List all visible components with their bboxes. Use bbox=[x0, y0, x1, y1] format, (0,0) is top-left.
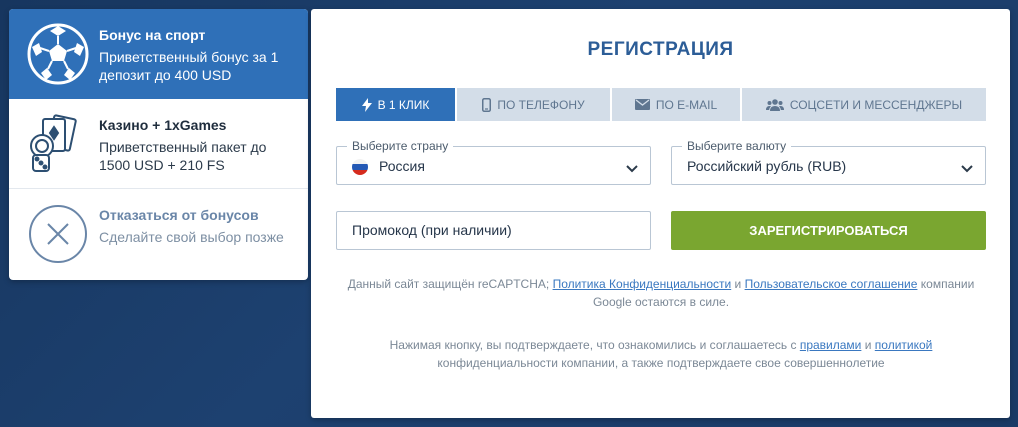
recaptcha-note: Данный сайт защищён reCAPTCHA; Политика … bbox=[336, 275, 986, 311]
chevron-down-icon bbox=[626, 160, 638, 178]
casino-cards-icon bbox=[27, 113, 89, 175]
soccer-ball-icon bbox=[27, 23, 89, 85]
conjunction-text: и bbox=[864, 338, 872, 352]
policy-link[interactable]: политикой bbox=[875, 338, 933, 352]
tab-social[interactable]: СОЦСЕТИ И МЕССЕНДЖЕРЫ bbox=[742, 88, 986, 121]
user-agreement-link[interactable]: Пользовательское соглашение bbox=[745, 277, 918, 291]
rules-link[interactable]: правилами bbox=[800, 338, 862, 352]
country-select-value: Россия bbox=[379, 158, 425, 174]
currency-select[interactable]: Выберите валюту Российский рубль (RUB) bbox=[671, 138, 986, 185]
chevron-down-icon bbox=[961, 160, 973, 178]
register-button[interactable]: ЗАРЕГИСТРИРОВАТЬСЯ bbox=[671, 211, 986, 250]
page-title: РЕГИСТРАЦИЯ bbox=[587, 39, 734, 60]
tab-label: ПО E-MAIL bbox=[655, 97, 718, 112]
bonus-option-casino[interactable]: Казино + 1xGames Приветственный пакет до… bbox=[9, 99, 308, 189]
recaptcha-note-text: Данный сайт защищён reCAPTCHA; bbox=[347, 277, 550, 291]
tab-email[interactable]: ПО E-MAIL bbox=[612, 88, 740, 121]
users-icon bbox=[765, 98, 784, 111]
country-select-label: Выберите страну bbox=[347, 138, 454, 154]
tab-one-click[interactable]: В 1 КЛИК bbox=[336, 88, 455, 121]
registration-card: РЕГИСТРАЦИЯ В 1 КЛИК ПО ТЕЛЕФОНУ ПО E-MA… bbox=[311, 9, 1010, 418]
bonus-option-decline[interactable]: Отказаться от бонусов Сделайте свой выбо… bbox=[9, 189, 308, 280]
tab-label: СОЦСЕТИ И МЕССЕНДЖЕРЫ bbox=[789, 97, 963, 112]
bonus-option-sport[interactable]: Бонус на спорт Приветственный бонус за 1… bbox=[9, 9, 308, 99]
terms-note-suffix: конфиденциальности компании, а также под… bbox=[437, 356, 885, 370]
russia-flag-icon bbox=[352, 159, 368, 175]
phone-icon bbox=[482, 97, 492, 112]
lightning-icon bbox=[361, 97, 372, 112]
bonus-title: Казино + 1xGames bbox=[99, 117, 227, 133]
terms-note: Нажимая кнопку, вы подтверждаете, что оз… bbox=[336, 336, 986, 372]
tab-phone[interactable]: ПО ТЕЛЕФОНУ bbox=[457, 88, 610, 121]
bonus-title: Отказаться от бонусов bbox=[99, 207, 259, 223]
bonus-description: Сделайте свой выбор позже bbox=[99, 229, 284, 245]
country-select[interactable]: Выберите страну Россия bbox=[336, 138, 651, 185]
close-circle-icon bbox=[27, 203, 89, 265]
promo-code-input[interactable]: Промокод (при наличии) bbox=[336, 211, 651, 250]
tab-label: В 1 КЛИК bbox=[377, 97, 430, 112]
currency-select-value: Российский рубль (RUB) bbox=[687, 158, 847, 174]
envelope-icon bbox=[634, 99, 650, 110]
bonus-description: Приветственный бонус за 1 депозит до 400… bbox=[99, 49, 279, 83]
conjunction-text: и bbox=[734, 277, 742, 291]
currency-select-label: Выберите валюту bbox=[682, 138, 792, 154]
bonus-panel: Бонус на спорт Приветственный бонус за 1… bbox=[9, 9, 308, 280]
terms-note-text: Нажимая кнопку, вы подтверждаете, что оз… bbox=[389, 338, 797, 352]
privacy-policy-link[interactable]: Политика Конфиденциальности bbox=[553, 277, 732, 291]
tab-label: ПО ТЕЛЕФОНУ bbox=[497, 97, 585, 112]
registration-tabs: В 1 КЛИК ПО ТЕЛЕФОНУ ПО E-MAIL СОЦСЕТИ И… bbox=[336, 88, 986, 121]
bonus-title: Бонус на спорт bbox=[99, 27, 206, 43]
bonus-description: Приветственный пакет до 1500 USD + 210 F… bbox=[99, 139, 267, 173]
